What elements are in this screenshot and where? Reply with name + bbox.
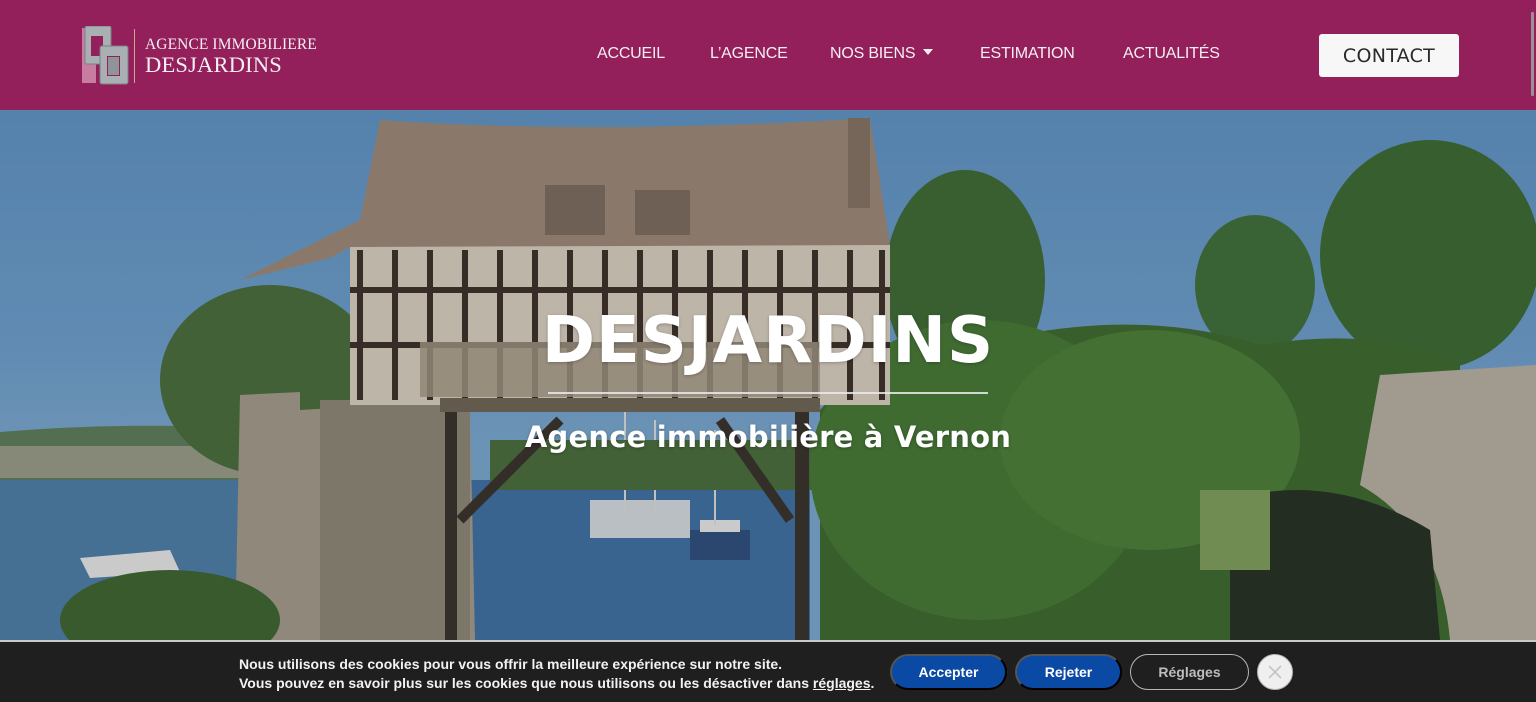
hero-banner: DESJARDINS Agence immobilière à Vernon bbox=[0, 110, 1536, 640]
hero-subtitle: Agence immobilière à Vernon bbox=[524, 420, 1012, 454]
site-logo[interactable]: AGENCE IMMOBILIERE DESJARDINS bbox=[82, 26, 332, 86]
accept-cookies-button[interactable]: Accepter bbox=[890, 654, 1007, 690]
dd-monogram-icon bbox=[82, 26, 129, 85]
nav-item-agence[interactable]: L’AGENCE bbox=[710, 45, 788, 63]
cookie-settings-link[interactable]: réglages bbox=[813, 675, 871, 691]
nav-item-nos-biens[interactable]: NOS BIENS bbox=[830, 45, 934, 63]
cookie-consent-bar: Nous utilisons des cookies pour vous off… bbox=[0, 640, 1536, 702]
cookie-settings-button[interactable]: Réglages bbox=[1130, 654, 1249, 690]
close-cookie-bar-button[interactable] bbox=[1257, 654, 1293, 690]
logo-line-2: DESJARDINS bbox=[145, 52, 283, 77]
logo-separator bbox=[134, 29, 135, 83]
nav-item-accueil[interactable]: ACCUEIL bbox=[597, 45, 665, 63]
nav-item-estimation[interactable]: ESTIMATION bbox=[980, 45, 1075, 63]
hero-title: DESJARDINS bbox=[541, 304, 995, 378]
cookie-message-line-1: Nous utilisons des cookies pour vous off… bbox=[239, 656, 783, 672]
nav-item-nos-biens-label: NOS BIENS bbox=[830, 45, 916, 62]
contact-button[interactable]: CONTACT bbox=[1319, 34, 1459, 77]
reject-cookies-button[interactable]: Rejeter bbox=[1015, 654, 1122, 690]
close-icon bbox=[1268, 665, 1282, 679]
logo-wordmark: AGENCE IMMOBILIERE DESJARDINS bbox=[145, 37, 317, 77]
hero-divider bbox=[548, 392, 988, 394]
caret-down-icon bbox=[923, 49, 934, 55]
cookie-message-line-2-text: Vous pouvez en savoir plus sur les cooki… bbox=[239, 675, 813, 691]
logo-line-1: AGENCE IMMOBILIERE bbox=[145, 36, 317, 53]
site-header: AGENCE IMMOBILIERE DESJARDINS ACCUEIL L’… bbox=[0, 0, 1536, 110]
scrollbar[interactable] bbox=[1531, 12, 1534, 96]
cookie-message-line-2-end: . bbox=[870, 675, 875, 691]
cookie-message: Nous utilisons des cookies pour vous off… bbox=[239, 655, 874, 693]
cookie-message-line-2: Vous pouvez en savoir plus sur les cooki… bbox=[239, 674, 874, 693]
nav-item-actualites[interactable]: ACTUALITÉS bbox=[1123, 45, 1220, 63]
